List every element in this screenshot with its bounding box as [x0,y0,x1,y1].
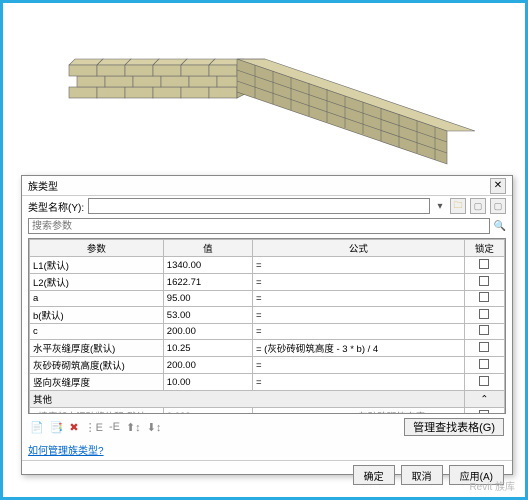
table-row[interactable]: c200.00= [30,324,505,340]
cell-lock[interactable] [464,374,504,391]
cell-lock[interactable] [464,274,504,291]
type-name-dropdown[interactable] [88,198,430,214]
lock-checkbox[interactable] [479,309,489,319]
cell-value[interactable]: 1622.71 [163,274,252,291]
section-row-other[interactable]: 其他⌃ [30,391,505,408]
cell-lock[interactable] [464,357,504,374]
help-link[interactable]: 如何管理族类型? [28,440,104,458]
cell-value[interactable]: 1340.00 [163,257,252,274]
cell-lock[interactable] [464,340,504,357]
apply-button[interactable]: 应用(A) [449,465,504,485]
cell-value[interactable]: 10.25 [163,340,252,357]
add-param-icon[interactable]: 📄 [30,421,44,434]
cell-param[interactable]: 灰砂砖砌筑高度(默认) [30,357,164,374]
folder-icon[interactable]: 🗀 [450,198,466,214]
cell-formula[interactable]: = [252,307,464,324]
table-row[interactable]: a95.00= [30,291,505,307]
table-row[interactable]: 竖向灰缝厚度10.00= [30,374,505,391]
wall-3d [49,17,479,165]
cell-param[interactable]: 竖向灰缝厚度 [30,374,164,391]
lock-checkbox[interactable] [479,359,489,369]
cell-formula[interactable]: = [252,257,464,274]
col-formula: 公式 [252,240,464,257]
search-input[interactable] [28,218,490,234]
cell-formula[interactable]: = (灰砂砖砌筑高度 - 3 * b) / 4 [252,340,464,357]
col-param: 参数 [30,240,164,257]
table-row[interactable]: 灰砂砖砌筑高度(默认)200.00= [30,357,505,374]
family-types-dialog: 族类型 ✕ 类型名称(Y): ▾ 🗀 ▢ ▢ 🔍 参数 值 公式 锁定 L1(默… [21,175,513,475]
cell-formula[interactable]: = [252,374,464,391]
table-row[interactable]: L1(默认)1340.00= [30,257,505,274]
add-shared-icon[interactable]: 📑 [50,421,64,434]
cancel-button[interactable]: 取消 [401,465,443,485]
close-icon[interactable]: ✕ [490,178,506,194]
dialog-footer: 确定 取消 应用(A) [22,460,512,491]
cell-param[interactable]: b(默认) [30,307,164,324]
cell-param[interactable]: L2(默认) [30,274,164,291]
move-down-icon[interactable]: -E [109,421,120,433]
lock-checkbox[interactable] [479,276,489,286]
section-collapse-icon[interactable]: ⌃ [464,391,504,408]
cell-formula[interactable]: = [252,324,464,340]
cell-formula[interactable]: = [252,291,464,307]
model-canvas [3,3,525,178]
param-toolbar: 📄 📑 ✖ ⋮E -E ⬆↕ ⬇↕ 管理查找表格(G) [22,414,512,440]
delete-param-icon[interactable]: ✖ [69,421,78,434]
parameter-grid[interactable]: 参数 值 公式 锁定 L1(默认)1340.00=L2(默认)1622.71=a… [28,238,506,414]
type-name-label: 类型名称(Y): [28,199,84,214]
cell-param[interactable]: c [30,324,164,340]
dialog-titlebar[interactable]: 族类型 ✕ [22,176,512,196]
new-type-icon[interactable]: ▢ [470,198,486,214]
cell-value[interactable]: 53.00 [163,307,252,324]
cell-value[interactable]: 200.00 [163,324,252,340]
ok-button[interactable]: 确定 [353,465,395,485]
col-lock: 锁定 [464,240,504,257]
cell-value[interactable]: 95.00 [163,291,252,307]
lock-checkbox[interactable] [479,342,489,352]
table-row[interactable]: L2(默认)1622.71= [30,274,505,291]
cell-formula[interactable]: = [252,357,464,374]
section-label: 其他 [30,391,465,408]
table-row[interactable]: b(默认)53.00= [30,307,505,324]
lock-checkbox[interactable] [479,259,489,269]
cell-lock[interactable] [464,291,504,307]
cell-lock[interactable] [464,324,504,340]
lock-checkbox[interactable] [479,325,489,335]
grid-header: 参数 值 公式 锁定 [30,240,505,257]
col-value: 值 [163,240,252,257]
cell-param[interactable]: a [30,291,164,307]
search-icon: 🔍 [494,221,506,232]
sort-asc-icon[interactable]: ⬆↕ [126,421,141,434]
cell-param[interactable]: L1(默认) [30,257,164,274]
rename-type-icon[interactable]: ▢ [490,198,506,214]
cell-lock[interactable] [464,257,504,274]
manage-lookup-button[interactable]: 管理查找表格(G) [404,418,504,436]
table-row[interactable]: 水平灰缝厚度(默认)10.25= (灰砂砖砌筑高度 - 3 * b) / 4 [30,340,505,357]
chevron-down-icon[interactable]: ▾ [434,201,446,212]
move-up-icon[interactable]: ⋮E [85,421,103,434]
cell-formula[interactable]: = [252,274,464,291]
lock-checkbox[interactable] [479,292,489,302]
lock-checkbox[interactable] [479,376,489,386]
dialog-title: 族类型 [28,178,58,193]
sort-desc-icon[interactable]: ⬇↕ [147,421,162,434]
cell-value[interactable]: 10.00 [163,374,252,391]
cell-param[interactable]: 水平灰缝厚度(默认) [30,340,164,357]
cell-lock[interactable] [464,307,504,324]
cell-value[interactable]: 200.00 [163,357,252,374]
